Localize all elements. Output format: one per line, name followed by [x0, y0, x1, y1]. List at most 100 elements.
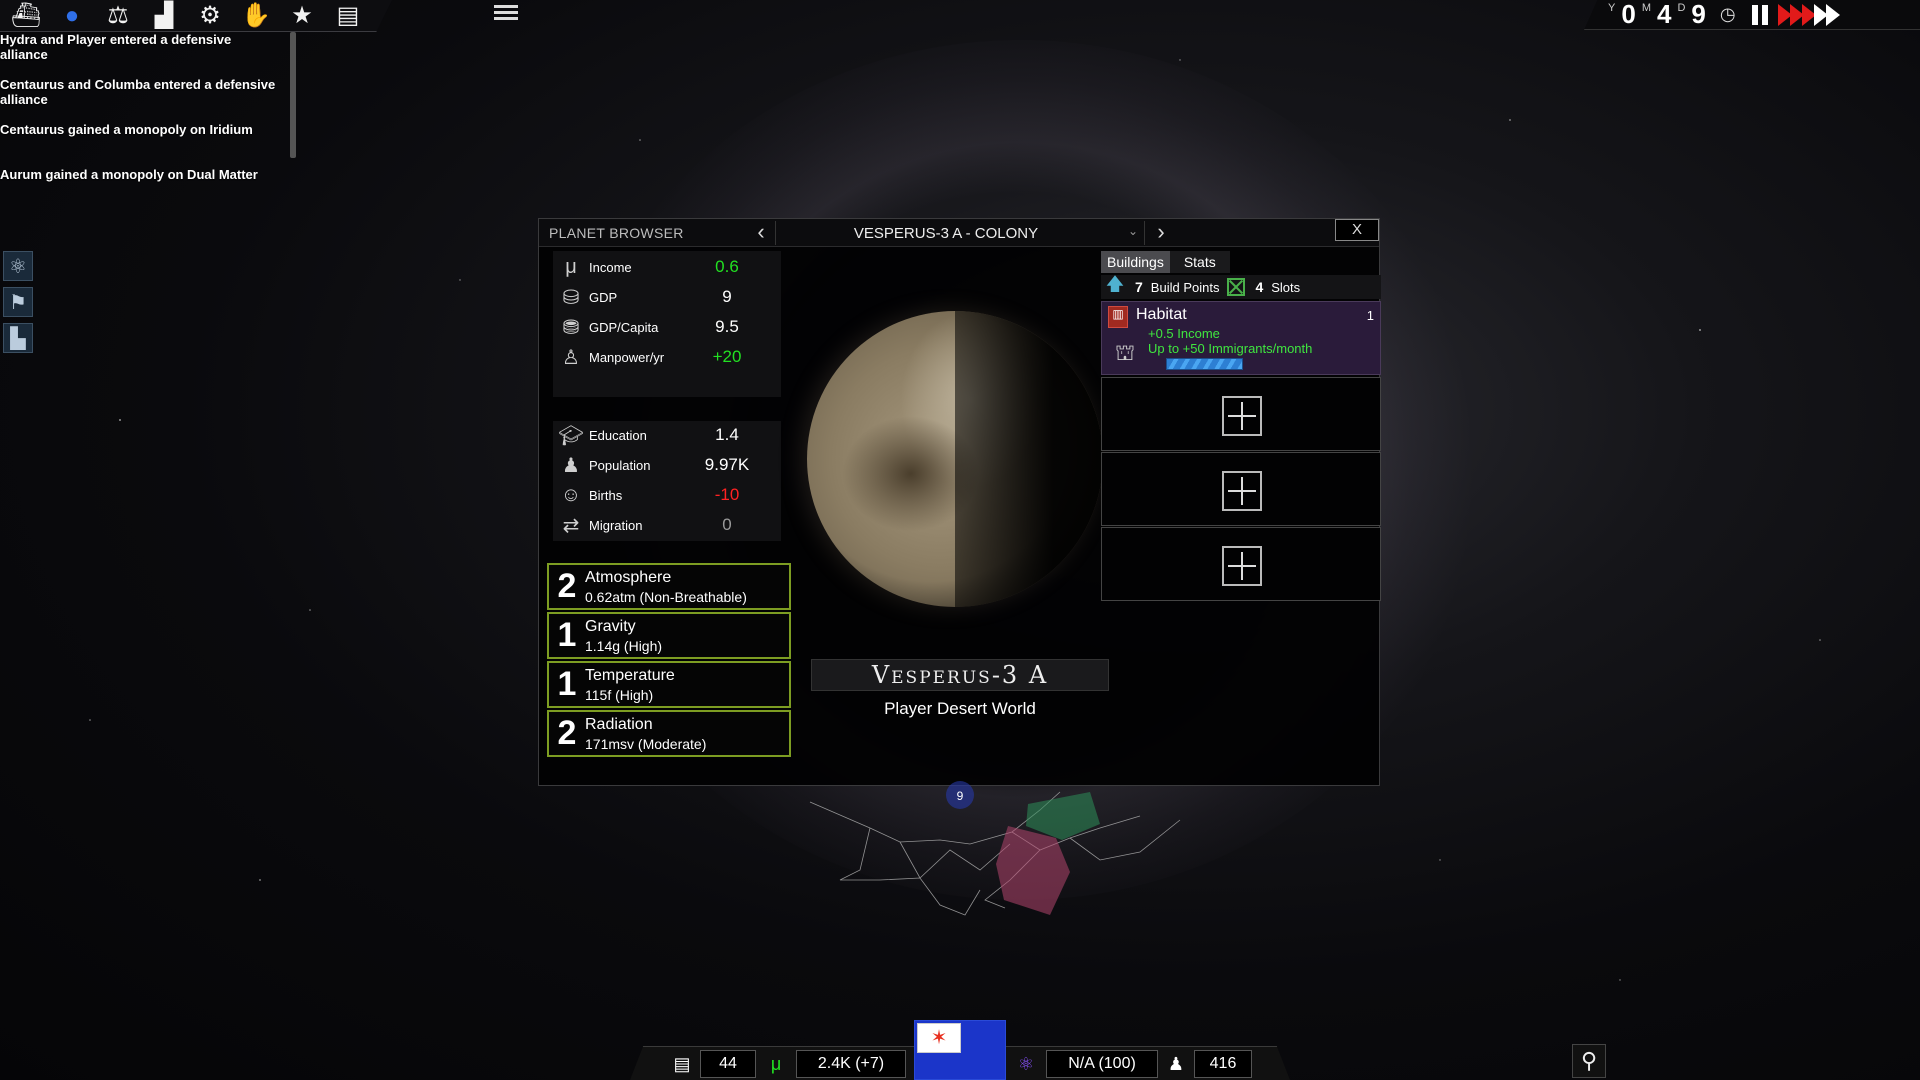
gdp-capita-row: ⛃ GDP/Capita 9.5 [553, 313, 781, 341]
baby-icon: ☺ [560, 483, 582, 506]
player-flag[interactable]: ✶ [914, 1020, 1006, 1080]
planet-browser-header: PLANET BROWSER ‹ VESPERUS-3 A - COLONY ⌄… [539, 219, 1379, 247]
population-value: 9.97K [704, 455, 750, 474]
pause-button[interactable] [1751, 4, 1774, 25]
event-item[interactable]: Hydra and Player entered a defensive all… [0, 32, 280, 62]
build-points-row: 🡅 7 Build Points 4 Slots [1101, 274, 1381, 299]
stairs-icon[interactable]: ▙ [3, 323, 33, 353]
radiation-label: Radiation [585, 715, 653, 733]
main-toolbar: ⛴ ● ⚖ ▟ ⚙ ✋ ★ ▤ [0, 0, 392, 32]
clock-icon[interactable]: ◷ [1720, 4, 1736, 25]
migration-row: ⇄ Migration 0 [553, 511, 781, 539]
favorites-star-icon[interactable]: ★ [286, 2, 318, 29]
next-planet-button[interactable]: › [1149, 221, 1173, 245]
gravity-rating: 1 [557, 616, 577, 654]
temperature-label: Temperature [585, 666, 675, 684]
plus-icon [1222, 396, 1262, 436]
encyclopedia-book-icon[interactable]: ▤ [332, 2, 364, 29]
add-building-slot[interactable] [1101, 377, 1381, 451]
year-value: 0 [1621, 0, 1636, 29]
habitat-building-icon: ⛫ [1114, 340, 1136, 365]
close-button[interactable]: X [1335, 219, 1379, 241]
day-label: D [1677, 2, 1686, 14]
coins-icon: ⛁ [562, 286, 580, 309]
galaxy-map[interactable]: 9 [800, 780, 1260, 930]
population-stats-panel: 🎓︎ Education 1.4 ♟ Population 9.97K ☺ Bi… [553, 421, 781, 541]
event-item[interactable]: Centaurus gained a monopoly on Iridium [0, 122, 280, 137]
atmosphere-label: Atmosphere [585, 568, 672, 586]
education-value: 1.4 [715, 425, 739, 444]
empire-emblem-icon: ✶ [917, 1023, 961, 1053]
manpower-label: Manpower/yr [589, 349, 665, 365]
habitat-income: +0.5 Income [1148, 326, 1220, 341]
habitat-name: Habitat [1136, 306, 1187, 323]
gdp-value: 9 [722, 287, 732, 306]
tab-stats[interactable]: Stats [1169, 251, 1230, 273]
economy-chart-icon[interactable]: ▟ [148, 2, 180, 29]
habitat-building-card[interactable]: ▥ Habitat 1 +0.5 Income Up to +50 Immigr… [1101, 301, 1381, 375]
gdp-row: ⛁ GDP 9 [553, 283, 781, 311]
add-building-slot[interactable] [1101, 452, 1381, 526]
add-building-slot[interactable] [1101, 527, 1381, 601]
planet-name-box: Vesperus-3 A [811, 659, 1109, 691]
chevron-down-icon: ⌄ [1127, 224, 1138, 238]
planet-browser-window: PLANET BROWSER ‹ VESPERUS-3 A - COLONY ⌄… [538, 218, 1381, 786]
education-label: Education [589, 427, 647, 443]
search-icon: ⚲ [1580, 1048, 1598, 1073]
slots-value: 4 [1255, 279, 1264, 295]
atmosphere-box: 2 Atmosphere 0.62atm (Non-Breathable) [547, 563, 791, 610]
hamburger-menu-icon[interactable] [494, 2, 518, 24]
income-value: 0.6 [715, 257, 739, 276]
event-item[interactable]: Centaurus and Columba entered a defensiv… [0, 77, 280, 107]
income-label: Income [589, 259, 632, 275]
habitat-count: 1 [1366, 308, 1374, 323]
arrow-up-icon: 🡅 [1105, 274, 1125, 294]
gdp-capita-label: GDP/Capita [589, 319, 659, 335]
planet-icon[interactable]: ● [56, 2, 88, 29]
radiation-box: 2 Radiation 171msv (Moderate) [547, 710, 791, 757]
gdp-label: GDP [589, 289, 618, 305]
flag-icon[interactable]: ⚑ [3, 287, 33, 317]
research-value: 44 [700, 1050, 756, 1078]
population-label: Population [589, 457, 651, 473]
tab-buildings[interactable]: Buildings [1101, 251, 1170, 273]
trade-handshake-icon[interactable]: ✋ [240, 2, 272, 29]
previous-planet-button[interactable]: ‹ [749, 221, 773, 245]
speed-chevron-icon[interactable] [1825, 3, 1840, 26]
ships-icon[interactable]: ⛴ [10, 2, 42, 29]
demolish-icon[interactable]: ▥ [1108, 306, 1128, 328]
radiation-value: 171msv (Moderate) [585, 735, 707, 752]
science-atom-icon: ⚛ [1017, 1054, 1035, 1074]
event-log-scrollbar[interactable] [290, 32, 296, 158]
education-row: 🎓︎ Education 1.4 [553, 421, 781, 449]
money-value: 2.4K (+7) [796, 1050, 906, 1078]
migration-value: 0 [722, 515, 732, 534]
radiation-rating: 2 [557, 714, 577, 752]
galaxy-sector-label[interactable]: 9 [957, 789, 964, 803]
planet-name: Vesperus-3 A [871, 661, 1049, 689]
migration-label: Migration [589, 517, 643, 533]
income-icon: μ [565, 255, 577, 278]
research-atom-icon[interactable]: ⚛ [3, 251, 33, 281]
planet-render [807, 311, 1103, 607]
event-item[interactable]: Aurum gained a monopoly on Dual Matter [0, 167, 280, 182]
planet-type: Player Desert World [884, 699, 1036, 718]
day-value: 9 [1691, 0, 1706, 29]
speed-control[interactable] [1777, 3, 1840, 26]
migration-arrows-icon: ⇄ [562, 514, 580, 537]
settings-gear-icon[interactable]: ⚙ [194, 2, 226, 29]
gravity-value: 1.14g (High) [585, 637, 663, 654]
year-label: Y [1608, 2, 1616, 14]
planet-select-dropdown[interactable]: VESPERUS-3 A - COLONY ⌄ [775, 221, 1145, 245]
births-label: Births [589, 487, 623, 503]
event-log: Hydra and Player entered a defensive all… [0, 32, 290, 182]
gravity-label: Gravity [585, 617, 636, 635]
diplomacy-scales-icon[interactable]: ⚖ [102, 2, 134, 29]
search-button[interactable]: ⚲ [1572, 1044, 1606, 1078]
manpower-value: 416 [1194, 1050, 1252, 1078]
month-value: 4 [1656, 0, 1672, 29]
atmosphere-value: 0.62atm (Non-Breathable) [585, 588, 747, 605]
slots-icon [1227, 278, 1246, 296]
manpower-person-icon: ♟ [1167, 1054, 1185, 1074]
gdp-capita-value: 9.5 [715, 317, 739, 336]
